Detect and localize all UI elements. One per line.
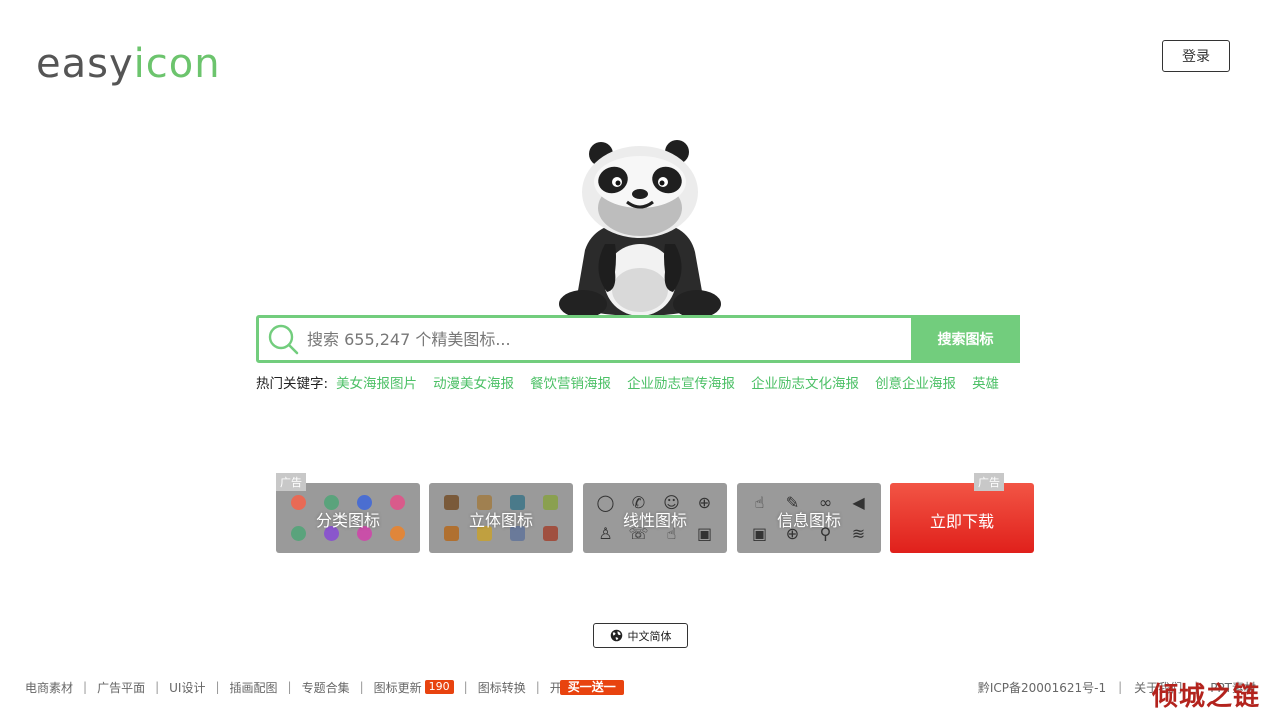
category-card-linear[interactable]: ◯ ✆ ☺ ⊕ ♙ ☏ ☝ ▣ 线性图标 (583, 483, 727, 553)
search-input[interactable] (307, 318, 911, 360)
divider: | (287, 680, 292, 694)
ad-tag: 广告 (276, 473, 306, 491)
icp-record-link[interactable]: 黔ICP备20001621号-1 (978, 679, 1106, 696)
logo-text-icon: icon (133, 41, 221, 87)
footer-link[interactable]: 广告平面 (97, 679, 145, 696)
logo-text-easy: easy (36, 41, 134, 87)
watermark: 倾城之链 (1152, 682, 1261, 712)
hot-keywords: 热门关键字: 美女海报图片 动漫美女海报 餐饮营销海报 企业励志宣传海报 企业励… (256, 372, 1026, 392)
hot-keywords-label: 热门关键字: (256, 376, 329, 392)
hot-keyword-link[interactable]: 企业励志宣传海报 (627, 372, 735, 392)
footer-link[interactable]: 图标转换 (478, 679, 526, 696)
divider: | (535, 680, 540, 694)
promo-badge[interactable]: 买一送一 (559, 679, 624, 695)
footer-link-icon-updates[interactable]: 图标更新 (374, 679, 422, 696)
category-card-info[interactable]: ☝ ✎ ∞ ◀ ▣ ⊕ ⚲ ≋ 信息图标 (737, 483, 881, 553)
language-label: 中文简体 (627, 629, 672, 643)
login-button[interactable]: 登录 (1162, 40, 1230, 72)
update-count-badge: 190 (424, 680, 454, 694)
category-label: 信息图标 (776, 511, 841, 530)
divider: | (359, 680, 364, 694)
divider: | (83, 680, 88, 694)
globe-icon (610, 629, 622, 642)
footer-link[interactable]: UI设计 (169, 679, 205, 696)
hot-keyword-link[interactable]: 创意企业海报 (875, 372, 956, 392)
panda-mascot-illustration (559, 140, 721, 316)
download-now-card[interactable]: 立即下载 (890, 483, 1034, 553)
hot-keyword-link[interactable]: 动漫美女海报 (433, 372, 514, 392)
site-logo[interactable]: easy icon (36, 28, 221, 84)
hot-keyword-link[interactable]: 美女海报图片 (336, 372, 417, 392)
hot-keyword-link[interactable]: 企业励志文化海报 (751, 372, 859, 392)
divider: | (463, 680, 468, 694)
footer-link[interactable]: 专题合集 (302, 679, 350, 696)
category-card-classified[interactable]: 分类图标 (276, 483, 420, 553)
divider: | (1118, 680, 1123, 694)
divider: | (215, 680, 220, 694)
hot-keyword-link[interactable]: 英雄 (972, 372, 999, 392)
language-selector[interactable]: 中文简体 (593, 623, 688, 648)
footer-link[interactable]: 电商素材 (25, 679, 73, 696)
category-label: 分类图标 (315, 511, 380, 530)
category-card-3d[interactable]: 立体图标 (429, 483, 573, 553)
category-label: 立体图标 (468, 511, 533, 530)
divider: | (155, 680, 160, 694)
footer-link[interactable]: 插画配图 (230, 679, 278, 696)
category-label: 线性图标 (622, 511, 687, 530)
download-label: 立即下载 (929, 512, 994, 531)
ad-tag: 广告 (974, 473, 1004, 491)
search-button[interactable]: 搜索图标 (911, 315, 1020, 363)
hot-keyword-link[interactable]: 餐饮营销海报 (530, 372, 611, 392)
search-icon (259, 318, 307, 360)
search-bar: 搜索图标 (256, 315, 1020, 363)
footer-links: 电商素材 | 广告平面 | UI设计 | 插画配图 | 专题合集 | 图标更新 … (25, 679, 624, 695)
